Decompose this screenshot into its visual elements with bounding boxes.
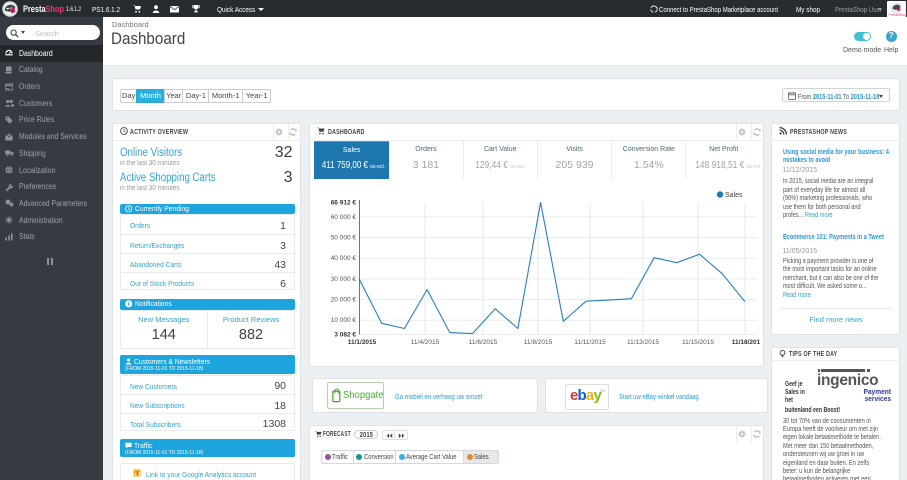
svg-text:11/1/2015: 11/1/2015 bbox=[348, 339, 377, 346]
svg-text:20 000 €: 20 000 € bbox=[331, 296, 357, 303]
svg-text:11/8/2015: 11/8/2015 bbox=[524, 339, 553, 346]
svg-text:Sales: Sales bbox=[725, 192, 743, 199]
svg-text:11/4/2015: 11/4/2015 bbox=[411, 339, 440, 346]
svg-text:11/6/2015: 11/6/2015 bbox=[469, 339, 498, 346]
svg-text:60 000 €: 60 000 € bbox=[331, 213, 357, 220]
svg-text:30 000 €: 30 000 € bbox=[331, 275, 357, 282]
svg-text:11/15/2015: 11/15/2015 bbox=[682, 339, 714, 346]
svg-text:11/13/2015: 11/13/2015 bbox=[627, 339, 659, 346]
svg-text:66 912 €: 66 912 € bbox=[331, 199, 357, 206]
svg-text:11/18/201: 11/18/201 bbox=[732, 339, 761, 346]
svg-text:3 082 €: 3 082 € bbox=[334, 331, 356, 338]
svg-text:10 000 €: 10 000 € bbox=[331, 317, 357, 324]
svg-text:11/11/2015: 11/11/2015 bbox=[574, 339, 606, 346]
svg-text:40 000 €: 40 000 € bbox=[331, 255, 357, 262]
svg-text:50 000 €: 50 000 € bbox=[331, 234, 357, 241]
